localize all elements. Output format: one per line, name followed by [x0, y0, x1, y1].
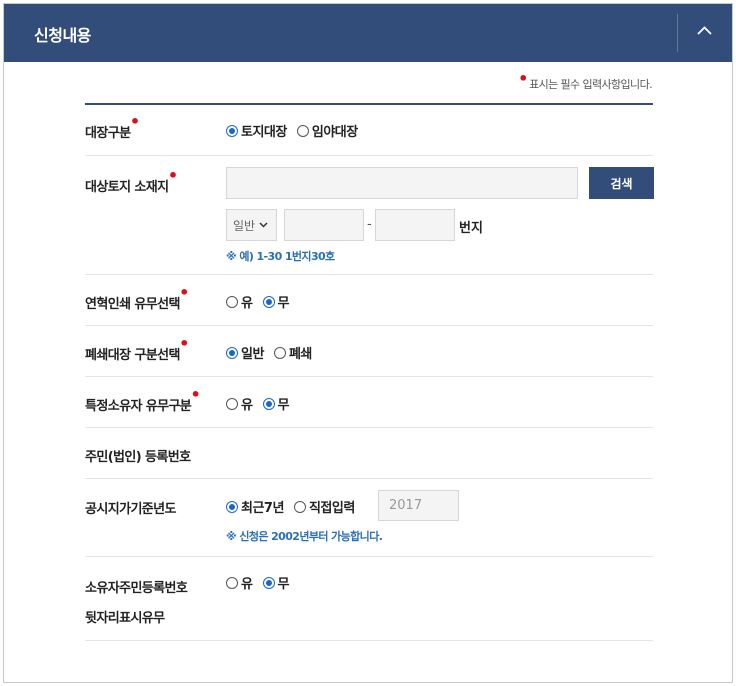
radio-label: 유 — [241, 398, 253, 413]
radio-label: 최근7년 — [241, 501, 284, 516]
sub-lot-number-input[interactable] — [375, 209, 455, 241]
required-notice-text: 표시는 필수 입력사항입니다. — [529, 78, 653, 91]
row-divider — [85, 640, 653, 641]
owner-id-display-label-line2: 뒷자리표시유무 — [85, 611, 165, 626]
radio-label: 유 — [241, 577, 253, 592]
row-divider — [85, 556, 653, 557]
required-dot: • — [129, 112, 140, 131]
required-dot: • — [179, 334, 189, 353]
radio-owner-id-no[interactable]: 무 — [262, 573, 290, 592]
radio-label: 직접입력 — [308, 501, 355, 516]
lot-number-hint: ※ 예) 1-30 1번지30호 — [226, 250, 335, 263]
radio-checked-icon — [262, 397, 275, 410]
panel-header: 신청내용 — [4, 4, 732, 62]
radio-unchecked-icon — [273, 346, 286, 359]
lot-number-dash: - — [367, 217, 372, 232]
row-divider — [85, 376, 653, 377]
radio-label: 폐쇄 — [288, 347, 312, 362]
radio-unchecked-icon — [293, 500, 306, 513]
required-dot: • — [190, 385, 201, 404]
radio-history-no[interactable]: 무 — [262, 292, 290, 311]
radio-label: 무 — [277, 398, 290, 413]
owner-id-display-label-line1: 소유자주민등록번호 — [85, 581, 188, 596]
application-panel: 신청내용 • 표시는 필수 입력사항입니다. 대장구분 • 토지대장 임야대장 … — [3, 3, 733, 683]
base-year-label: 공시지가기준년도 — [85, 502, 176, 517]
main-lot-number-input[interactable] — [284, 209, 364, 241]
radio-owner-no[interactable]: 무 — [262, 394, 290, 413]
radio-unchecked-icon — [226, 295, 238, 308]
radio-direct-input[interactable]: 직접입력 — [293, 497, 355, 516]
history-print-radios: 유 무 — [226, 292, 295, 312]
radio-closed-closed[interactable]: 폐쇄 — [273, 343, 312, 362]
radio-checked-icon — [262, 295, 275, 308]
land-type-select-value: 일반 — [233, 218, 256, 233]
closed-ledger-label-text: 폐쇄대장 구분선택 — [85, 348, 180, 363]
radio-recent-7-years[interactable]: 최근7년 — [226, 497, 284, 516]
row-divider — [85, 155, 653, 156]
resident-number-label: 주민(법인) 등록번호 — [85, 450, 191, 465]
ledger-type-label-text: 대장구분 — [85, 126, 131, 141]
lot-number-suffix: 번지 — [459, 221, 483, 236]
location-label: 대상토지 소재지 • — [85, 168, 178, 196]
radio-unchecked-icon — [226, 397, 238, 410]
closed-ledger-label: 폐쇄대장 구분선택 • — [85, 336, 189, 364]
specific-owner-radios: 유 무 — [226, 394, 295, 414]
radio-checked-icon — [226, 124, 238, 137]
chevron-down-icon — [259, 222, 268, 228]
panel-title: 신청내용 — [34, 26, 91, 45]
radio-label: 무 — [277, 577, 290, 592]
collapse-button[interactable] — [678, 4, 732, 62]
specific-owner-label-text: 특정소유자 유무구분 — [85, 399, 192, 414]
history-print-label: 연혁인쇄 유무선택 • — [85, 285, 189, 313]
radio-checked-icon — [262, 576, 275, 589]
radio-owner-yes[interactable]: 유 — [226, 394, 253, 413]
radio-land-ledger[interactable]: 토지대장 — [226, 121, 287, 140]
land-type-select[interactable]: 일반 — [226, 209, 277, 241]
closed-ledger-radios: 일반 폐쇄 — [226, 343, 318, 363]
radio-label: 유 — [241, 296, 253, 311]
radio-closed-normal[interactable]: 일반 — [226, 343, 264, 362]
address-input[interactable] — [226, 167, 578, 199]
required-dot: • — [167, 166, 178, 185]
required-dot: • — [179, 283, 189, 302]
radio-label: 일반 — [241, 347, 264, 362]
radio-unchecked-icon — [226, 576, 238, 589]
base-year-radios: 최근7년 직접입력 — [226, 497, 361, 517]
ledger-type-radios: 토지대장 임야대장 — [226, 121, 364, 141]
radio-history-yes[interactable]: 유 — [226, 292, 253, 311]
radio-owner-id-yes[interactable]: 유 — [226, 573, 253, 592]
year-input[interactable]: 2017 — [378, 490, 459, 521]
radio-checked-icon — [226, 500, 238, 513]
location-label-text: 대상토지 소재지 — [85, 180, 169, 195]
row-divider — [85, 427, 653, 428]
form-top-border — [85, 103, 653, 105]
radio-label: 무 — [277, 296, 290, 311]
radio-checked-icon — [226, 346, 238, 359]
history-print-label-text: 연혁인쇄 유무선택 — [85, 297, 180, 312]
radio-label: 토지대장 — [241, 125, 287, 140]
row-divider — [85, 274, 653, 275]
radio-unchecked-icon — [296, 124, 309, 137]
radio-label: 임야대장 — [311, 125, 358, 140]
radio-forest-ledger[interactable]: 임야대장 — [296, 121, 358, 140]
row-divider — [85, 478, 653, 479]
specific-owner-label: 특정소유자 유무구분 • — [85, 387, 201, 415]
row-divider — [85, 325, 653, 326]
base-year-hint: ※ 신청은 2002년부터 가능합니다. — [226, 530, 383, 543]
required-dot: • — [518, 69, 528, 88]
ledger-type-label: 대장구분 • — [85, 114, 140, 142]
owner-id-display-radios: 유 무 — [226, 573, 295, 593]
chevron-up-icon — [697, 26, 712, 35]
required-notice: • 표시는 필수 입력사항입니다. — [518, 71, 653, 92]
search-button[interactable]: 검색 — [589, 167, 654, 199]
